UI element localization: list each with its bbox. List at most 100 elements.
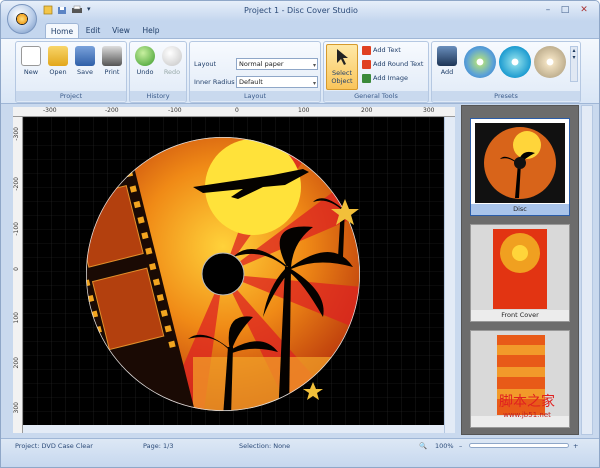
inner-radius-label: Inner Radius <box>194 78 235 86</box>
zoom-search-icon[interactable]: 🔍 <box>419 442 427 450</box>
open-button[interactable]: Open <box>45 44 71 90</box>
print-label: Print <box>104 68 120 76</box>
redo-label: Redo <box>163 68 181 76</box>
save-button[interactable]: Save <box>72 44 98 90</box>
zoom-out-button[interactable]: – <box>459 442 462 450</box>
minimize-button[interactable]: – <box>541 4 555 16</box>
ruler-tick: -200 <box>13 177 20 191</box>
project-group-label: Project <box>16 91 126 101</box>
layout-field-label: Layout <box>194 60 217 68</box>
history-group-label: History <box>130 91 186 101</box>
printer-icon <box>102 46 122 66</box>
presets-gallery-scroll[interactable]: ▴ ▾ <box>570 46 578 82</box>
application-menu-button[interactable] <box>7 4 37 34</box>
preset-label: Front Cover <box>471 310 569 321</box>
presets-group: Add ▴ ▾ Presets <box>431 41 581 103</box>
ribbon-tabs: Home Edit View Help <box>1 21 599 38</box>
zoom-level: 100% <box>435 442 454 450</box>
close-button[interactable]: ✕ <box>577 4 591 16</box>
round-text-icon <box>362 59 371 69</box>
status-page: Page: 1/3 <box>143 442 174 450</box>
chevron-down-icon: ▾ <box>312 80 316 87</box>
monitor-icon <box>437 46 457 66</box>
canvas-vertical-scrollbar[interactable] <box>444 117 455 433</box>
presets-panel-scrollbar[interactable] <box>581 105 593 435</box>
status-project: Project: DVD Case Clear <box>15 442 93 450</box>
new-document-icon <box>21 46 41 66</box>
canvas-horizontal-scrollbar[interactable] <box>23 425 444 433</box>
add-image-button[interactable]: Add Image <box>362 72 408 84</box>
preset-thumb-3[interactable] <box>534 46 566 78</box>
preset-label: Disc <box>471 204 569 215</box>
title-bar: ▾ Project 1 - Disc Cover Studio – □ ✕ <box>1 1 599 21</box>
disc-canvas[interactable] <box>23 117 444 425</box>
add-text-label: Add Text <box>373 46 401 54</box>
general-tools-group-label: General Tools <box>324 91 428 101</box>
undo-button[interactable]: Undo <box>132 44 158 90</box>
disc-logo-icon <box>16 13 28 25</box>
add-preset-label: Add <box>440 68 454 76</box>
ruler-tick: -100 <box>168 107 182 114</box>
print-button[interactable]: Print <box>99 44 125 90</box>
front-cover-preset-thumbnail <box>493 229 547 309</box>
presets-group-label: Presets <box>432 91 580 101</box>
top-ruler: -300 -200 -100 0 100 200 300 <box>13 107 455 117</box>
preset-thumb-1[interactable] <box>464 46 496 78</box>
redo-globe-icon <box>162 46 182 66</box>
status-selection: Selection: None <box>239 442 291 450</box>
preset-thumb-2[interactable] <box>499 46 531 78</box>
zoom-slider[interactable] <box>469 443 569 448</box>
watermark-cn-text: 脚本之家 <box>499 394 555 410</box>
ruler-tick: 300 <box>423 107 435 114</box>
ruler-tick: 100 <box>13 312 20 324</box>
open-label: Open <box>49 68 67 76</box>
ruler-tick: -300 <box>43 107 57 114</box>
ruler-tick: 0 <box>235 107 239 114</box>
new-label: New <box>23 68 39 76</box>
layout-select[interactable]: Normal paper ▾ <box>236 58 318 70</box>
presets-panel: Disc Front Cover <box>461 105 579 435</box>
zoom-in-button[interactable]: + <box>573 442 578 450</box>
image-icon <box>362 73 371 83</box>
ruler-tick: 200 <box>361 107 373 114</box>
text-a-icon <box>362 45 371 55</box>
add-text-button[interactable]: Add Text <box>362 44 401 56</box>
tab-home[interactable]: Home <box>45 23 79 38</box>
select-object-label: Select Object <box>331 69 353 85</box>
maximize-button[interactable]: □ <box>558 4 572 16</box>
ruler-tick: -200 <box>105 107 119 114</box>
tab-help[interactable]: Help <box>139 23 163 38</box>
tab-edit[interactable]: Edit <box>81 23 105 38</box>
app-window: ▾ Project 1 - Disc Cover Studio – □ ✕ Ho… <box>0 0 600 468</box>
project-group: New Open Save Print Project <box>15 41 127 103</box>
ruler-tick: -100 <box>13 222 20 236</box>
preset-front-cover[interactable]: Front Cover <box>470 224 570 322</box>
preset-disc[interactable]: Disc <box>470 118 570 216</box>
watermark-url: www.jb51.net <box>503 411 551 419</box>
cursor-arrow-icon <box>337 49 348 65</box>
folder-icon <box>48 46 68 66</box>
redo-button[interactable]: Redo <box>159 44 185 90</box>
layout-select-value: Normal paper <box>239 60 284 68</box>
general-tools-group: Select Object Add Text Add Round Text Ad… <box>323 41 429 103</box>
select-object-button[interactable]: Select Object <box>326 44 358 90</box>
layout-group: Layout Normal paper ▾ Inner Radius Defaul… <box>189 41 321 103</box>
undo-label: Undo <box>136 68 154 76</box>
ruler-tick: -300 <box>13 127 20 141</box>
tab-view[interactable]: View <box>109 23 133 38</box>
add-round-text-button[interactable]: Add Round Text <box>362 58 423 70</box>
left-ruler: -300 -200 -100 0 100 200 300 <box>13 117 23 433</box>
add-round-text-label: Add Round Text <box>373 60 424 68</box>
history-group: Undo Redo History <box>129 41 187 103</box>
window-title: Project 1 - Disc Cover Studio <box>244 6 358 15</box>
chevron-down-icon: ▾ <box>312 62 316 69</box>
ruler-tick: 300 <box>13 402 20 414</box>
inner-radius-select[interactable]: Default ▾ <box>236 76 318 88</box>
ruler-tick: 200 <box>13 357 20 369</box>
status-bar: Project: DVD Case Clear Page: 1/3 Select… <box>1 438 599 467</box>
new-button[interactable]: New <box>18 44 44 90</box>
ribbon: New Open Save Print Project Undo Redo Hi… <box>1 38 599 104</box>
disc-preset-thumbnail <box>475 123 565 203</box>
layout-group-label: Layout <box>190 91 320 101</box>
add-preset-button[interactable]: Add <box>434 44 460 90</box>
